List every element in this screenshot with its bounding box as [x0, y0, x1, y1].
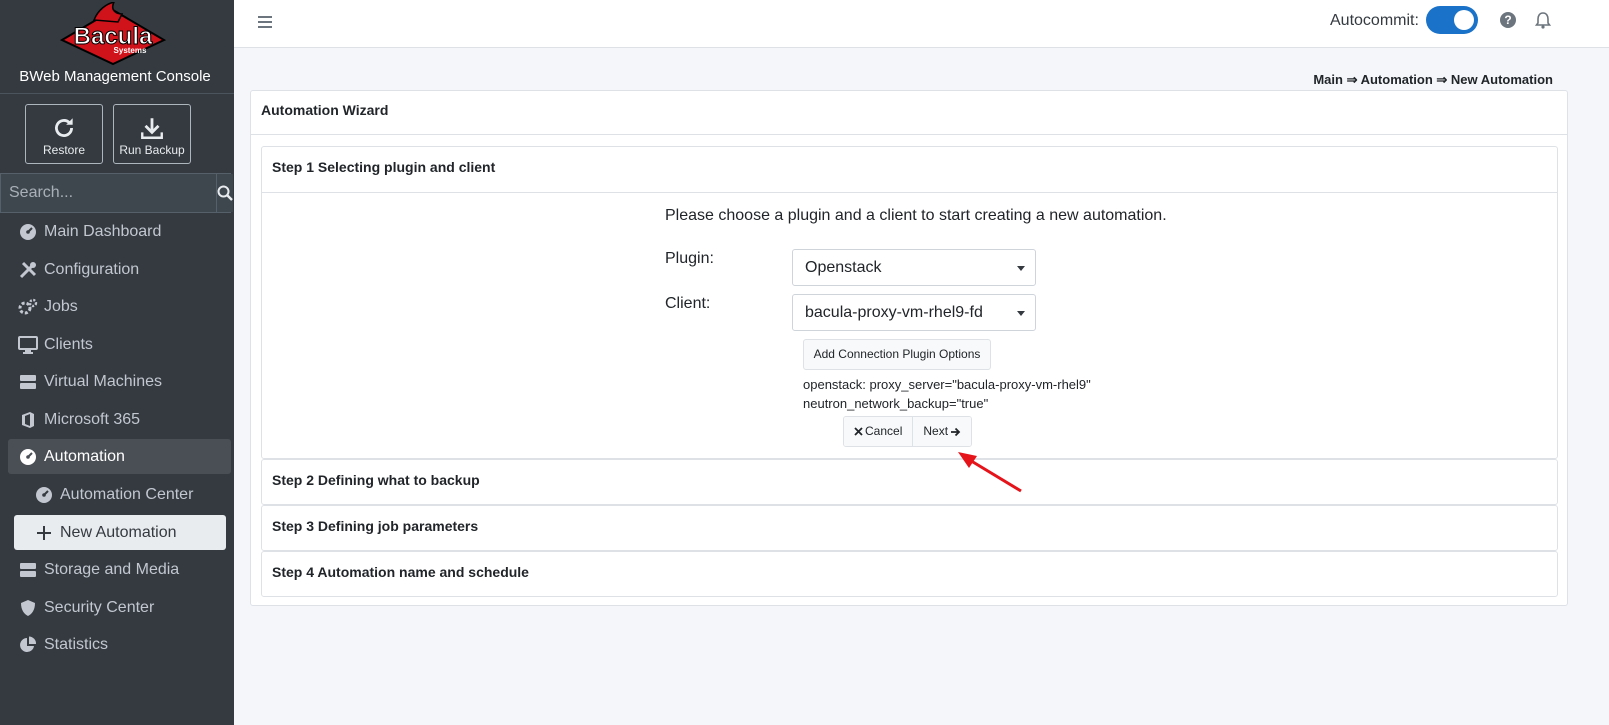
autocommit-label: Autocommit: [1330, 12, 1419, 29]
storage-icon [18, 560, 38, 580]
sidebar-item-microsoft-365[interactable]: Microsoft 365 [8, 402, 231, 437]
sidebar-item-main-dashboard[interactable]: Main Dashboard [8, 214, 231, 249]
step-3-title: Step 3 Defining job parameters [272, 518, 479, 534]
server-icon [18, 372, 38, 392]
sidebar-item-label: New Automation [60, 523, 177, 541]
sidebar-item-storage-and-media[interactable]: Storage and Media [8, 552, 231, 587]
sidebar-item-automation-center[interactable]: Automation Center [8, 477, 231, 512]
next-label: Next [923, 424, 949, 438]
automation-wizard-card: Automation Wizard Step 1 Selecting plugi… [250, 90, 1568, 606]
plugin-select[interactable]: Openstack [792, 249, 1036, 286]
sidebar-item-label: Security Center [44, 598, 155, 616]
sidebar-item-configuration[interactable]: Configuration [8, 252, 231, 287]
next-button[interactable]: Next [912, 417, 972, 446]
pie-chart-icon [18, 635, 38, 655]
desktop-icon [18, 335, 38, 355]
breadcrumb: Main ⇒ Automation ⇒ New Automation [1313, 72, 1553, 87]
sidebar-item-label: Main Dashboard [44, 222, 162, 240]
plugin-label: Plugin: [665, 250, 714, 267]
tools-icon [18, 260, 38, 280]
dashboard-icon [18, 447, 38, 467]
plugin-options-line-1: openstack: proxy_server="bacula-proxy-vm… [803, 377, 1091, 392]
search-button[interactable] [216, 174, 233, 212]
chevron-down-icon [1017, 311, 1025, 316]
cancel-button[interactable]: Cancel [844, 417, 913, 446]
client-select[interactable]: bacula-proxy-vm-rhel9-fd [792, 294, 1036, 331]
logo-sub: Systems [114, 46, 147, 55]
close-icon [854, 427, 863, 436]
card-header: Automation Wizard [251, 91, 1567, 135]
plus-icon [34, 523, 54, 543]
page-title: Automation Wizard [261, 102, 389, 118]
sidebar-item-label: Statistics [44, 635, 109, 653]
menu-icon[interactable] [256, 13, 274, 31]
run-backup-label: Run Backup [119, 143, 185, 157]
sidebar-item-label: Storage and Media [44, 560, 180, 578]
arrow-right-icon [951, 427, 961, 436]
office-icon [18, 410, 38, 430]
sidebar-item-label: Jobs [44, 297, 78, 315]
bell-icon[interactable] [1534, 11, 1552, 29]
sidebar-item-label: Microsoft 365 [44, 410, 141, 428]
step-2-panel[interactable]: Step 2 Defining what to backup [261, 459, 1558, 505]
sidebar: Bacula Systems BWeb Management Console R… [0, 0, 234, 725]
sidebar-item-jobs[interactable]: Jobs [8, 289, 231, 324]
sidebar-item-virtual-machines[interactable]: Virtual Machines [8, 364, 231, 399]
dashboard-icon [18, 222, 38, 242]
dashboard-icon [34, 485, 54, 505]
step-4-title: Step 4 Automation name and schedule [272, 564, 529, 580]
sidebar-item-label: Virtual Machines [44, 372, 162, 390]
toggle-knob [1454, 10, 1474, 30]
autocommit-toggle[interactable] [1426, 6, 1478, 34]
cogs-icon [18, 297, 38, 317]
sidebar-item-new-automation[interactable]: New Automation [14, 515, 226, 550]
sidebar-item-automation[interactable]: Automation [8, 439, 231, 474]
client-label: Client: [665, 295, 711, 312]
sidebar-item-label: Configuration [44, 260, 140, 278]
step-2-title: Step 2 Defining what to backup [272, 472, 480, 488]
sidebar-item-label: Automation Center [60, 485, 194, 503]
add-connection-plugin-options-button[interactable]: Add Connection Plugin Options [803, 339, 991, 370]
wizard-nav-buttons: Cancel Next [843, 416, 973, 447]
brand-title: BWeb Management Console [19, 68, 211, 85]
step-1-panel: Step 1 Selecting plugin and client Pleas… [261, 146, 1558, 459]
step-1-title[interactable]: Step 1 Selecting plugin and client [272, 159, 495, 175]
restore-button[interactable]: Restore [25, 104, 103, 164]
cancel-label: Cancel [865, 424, 903, 438]
refresh-icon [55, 118, 73, 137]
plugin-value: Openstack [805, 259, 882, 276]
search-input[interactable] [1, 174, 216, 212]
sidebar-item-label: Automation [44, 447, 125, 465]
sidebar-item-security-center[interactable]: Security Center [8, 590, 231, 625]
topbar: Autocommit: ? [234, 0, 1609, 48]
sidebar-item-clients[interactable]: Clients [8, 327, 231, 362]
client-value: bacula-proxy-vm-rhel9-fd [805, 304, 983, 321]
sidebar-item-label: Clients [44, 335, 93, 353]
chevron-down-icon [1017, 266, 1025, 271]
sidebar-item-statistics[interactable]: Statistics [8, 627, 231, 662]
search-icon [217, 185, 233, 201]
download-icon [141, 118, 163, 139]
step-1-intro: Please choose a plugin and a client to s… [665, 207, 1167, 224]
help-icon[interactable]: ? [1500, 12, 1516, 28]
plugin-options-line-2: neutron_network_backup="true" [803, 396, 989, 411]
sidebar-search [0, 173, 233, 213]
run-backup-button[interactable]: Run Backup [113, 104, 191, 164]
shield-icon [18, 598, 38, 618]
restore-label: Restore [42, 143, 86, 157]
step-3-panel[interactable]: Step 3 Defining job parameters [261, 505, 1558, 551]
divider [262, 192, 1557, 193]
bacula-logo[interactable]: Bacula Systems [56, 2, 170, 66]
step-4-panel[interactable]: Step 4 Automation name and schedule [261, 551, 1558, 597]
brand: Bacula Systems BWeb Management Console [0, 0, 234, 94]
